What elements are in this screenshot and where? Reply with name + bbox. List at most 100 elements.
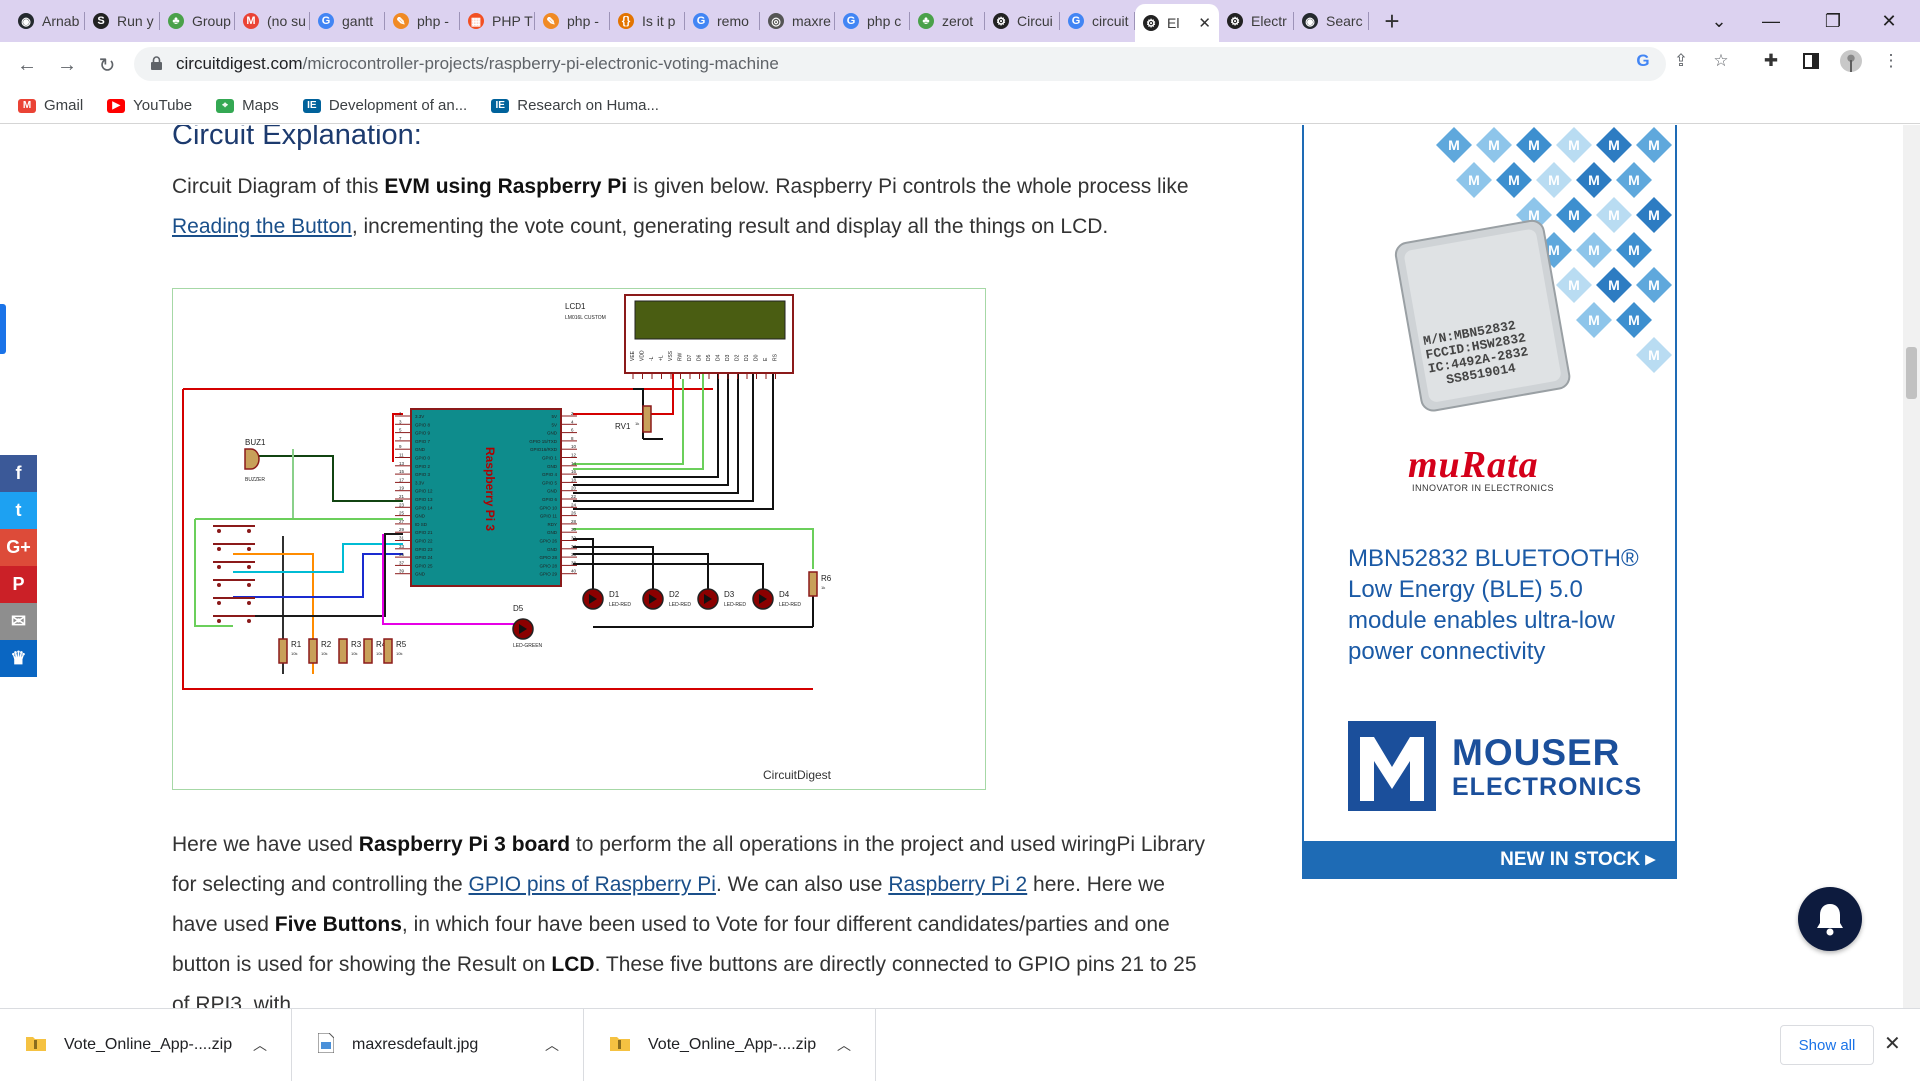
schematic-label: LED-RED bbox=[609, 602, 631, 608]
ad-m-glyph: M bbox=[1468, 172, 1480, 188]
schematic-label: 6 bbox=[571, 428, 574, 433]
bookmark-label: Research on Huma... bbox=[517, 97, 659, 114]
lcd-screen bbox=[634, 300, 786, 340]
url-path: /microcontroller-projects/raspberry-pi-e… bbox=[302, 54, 779, 73]
tab[interactable]: ◉ Searc bbox=[1294, 4, 1369, 38]
tab-title: Electr bbox=[1251, 13, 1287, 29]
tab[interactable]: ✎ php - bbox=[535, 4, 610, 38]
twitter-icon[interactable]: t bbox=[0, 492, 37, 529]
ieee-icon: IE bbox=[491, 98, 510, 113]
schematic-label: GPIO 28 bbox=[539, 555, 557, 560]
browser-toolbar: ← → ↻ circuitdigest.com/microcontroller-… bbox=[0, 42, 1920, 88]
forward-arrow-icon[interactable]: → bbox=[52, 50, 82, 80]
reload-icon[interactable]: ↻ bbox=[92, 50, 122, 80]
extensions-puzzle-icon[interactable]: ✚ bbox=[1760, 50, 1782, 72]
tab[interactable]: {} Is it p bbox=[610, 4, 685, 38]
new-in-stock-button[interactable]: NEW IN STOCK ▸ bbox=[1304, 841, 1675, 877]
tab-active[interactable]: ⚙ El ✕ bbox=[1135, 4, 1219, 42]
page-scrollbar[interactable] bbox=[1903, 125, 1920, 1008]
tab[interactable]: S Run y bbox=[85, 4, 160, 38]
show-all-downloads-button[interactable]: Show all bbox=[1780, 1025, 1874, 1065]
download-item[interactable]: maxresdefault.jpg ︿ bbox=[292, 1009, 584, 1081]
schematic-label: 15 bbox=[399, 469, 405, 474]
scrollbar-thumb[interactable] bbox=[1906, 347, 1917, 399]
wire bbox=[194, 519, 233, 627]
schematic-label: D2 bbox=[735, 354, 741, 361]
google-plus-icon[interactable]: G+ bbox=[0, 529, 37, 566]
schematic-label: D3 bbox=[724, 590, 735, 599]
crown-icon[interactable]: ♛ bbox=[0, 640, 37, 677]
schematic-label: 31 bbox=[399, 536, 405, 541]
google-lens-icon[interactable]: G bbox=[1632, 50, 1654, 72]
bookmark-star-icon[interactable]: ☆ bbox=[1710, 50, 1732, 72]
tab[interactable]: ♣ Group bbox=[160, 4, 235, 38]
tab[interactable]: Gcircuit bbox=[1060, 4, 1135, 38]
minimize-button[interactable]: — bbox=[1748, 0, 1794, 42]
kebab-menu-icon[interactable]: ⋮ bbox=[1880, 50, 1902, 72]
schematic-label: GND bbox=[415, 447, 426, 452]
bookmark-label: Maps bbox=[242, 97, 279, 114]
close-window-button[interactable]: ✕ bbox=[1866, 0, 1912, 42]
tab[interactable]: Gremo bbox=[685, 4, 760, 38]
tab[interactable]: M (no su bbox=[235, 4, 310, 38]
schematic-label: D2 bbox=[669, 590, 680, 599]
php-icon: ✎ bbox=[543, 13, 559, 29]
new-tab-button[interactable]: + bbox=[1375, 4, 1409, 38]
tab[interactable]: ⚙ Circui bbox=[985, 4, 1060, 38]
pinterest-icon[interactable]: P bbox=[0, 566, 37, 603]
bookmark-item[interactable]: IE Development of an... bbox=[302, 97, 467, 114]
schematic-label: GPIO16/RXD bbox=[530, 447, 558, 452]
schematic-label: -L bbox=[649, 356, 655, 361]
bookmark-item[interactable]: ▶ YouTube bbox=[107, 97, 192, 114]
schematic-label: 39 bbox=[399, 569, 405, 574]
mouser-advertisement[interactable]: MMMMMMMMMMMMMMMMMMMMMMMM M/N:MBN52832 FC… bbox=[1302, 125, 1677, 879]
notification-bell-button[interactable] bbox=[1798, 887, 1862, 951]
tab[interactable]: Gphp c bbox=[835, 4, 910, 38]
schematic-label: GPIO 22 bbox=[415, 539, 433, 544]
globe-icon: ◎ bbox=[768, 13, 784, 29]
profile-avatar[interactable] bbox=[1840, 50, 1862, 72]
link-gpio-pins[interactable]: GPIO pins of Raspberry Pi bbox=[469, 873, 716, 896]
resistor-symbol bbox=[278, 638, 288, 664]
tab[interactable]: ✎ php - bbox=[385, 4, 460, 38]
button-contact bbox=[247, 601, 251, 605]
schematic-label: 3 bbox=[399, 419, 402, 424]
close-download-bar-icon[interactable]: ✕ bbox=[1884, 1031, 1901, 1056]
schematic-label: VDD bbox=[640, 350, 646, 361]
chevron-up-icon[interactable]: ︿ bbox=[837, 1035, 851, 1055]
tab-title: (no su bbox=[267, 13, 306, 29]
link-reading-the-button[interactable]: Reading the Button bbox=[172, 215, 352, 238]
schematic-label: GPIO 3 bbox=[415, 472, 431, 477]
link-raspberry-pi-2[interactable]: Raspberry Pi 2 bbox=[888, 873, 1027, 896]
button-contact bbox=[247, 619, 251, 623]
tab[interactable]: ⚙ Electr bbox=[1219, 4, 1294, 38]
bookmark-item[interactable]: M Gmail bbox=[18, 97, 83, 114]
tab[interactable]: ▦ PHP T bbox=[460, 4, 535, 38]
restore-button[interactable]: ❐ bbox=[1810, 0, 1856, 42]
bookmark-item[interactable]: ⌖ Maps bbox=[216, 97, 279, 114]
chevron-up-icon[interactable]: ︿ bbox=[545, 1035, 559, 1055]
back-arrow-icon[interactable]: ← bbox=[12, 50, 42, 80]
schematic-label: GND bbox=[547, 431, 558, 436]
schematic-label: GPIO 1 bbox=[542, 456, 558, 461]
resistor-symbol bbox=[363, 638, 373, 664]
chevron-up-icon[interactable]: ︿ bbox=[253, 1035, 267, 1055]
schematic-label: LM016L CUSTOM bbox=[565, 315, 606, 321]
close-tab-icon[interactable]: ✕ bbox=[1198, 14, 1211, 32]
tab[interactable]: ◎ maxre bbox=[760, 4, 835, 38]
schematic-label: 16 bbox=[571, 469, 577, 474]
download-item[interactable]: Vote_Online_App-....zip ︿ bbox=[0, 1009, 292, 1081]
side-panel-icon[interactable] bbox=[1800, 50, 1822, 72]
bookmark-item[interactable]: IE Research on Huma... bbox=[491, 97, 659, 114]
address-bar[interactable]: circuitdigest.com/microcontroller-projec… bbox=[134, 47, 1666, 81]
share-icon[interactable]: ⇪ bbox=[1670, 50, 1692, 72]
download-item[interactable]: Vote_Online_App-....zip ︿ bbox=[584, 1009, 876, 1081]
facebook-icon[interactable]: f bbox=[0, 455, 37, 492]
tab[interactable]: ◉ Arnab bbox=[10, 4, 85, 38]
ad-m-glyph: M bbox=[1608, 207, 1620, 223]
schematic-label: 10 bbox=[571, 444, 577, 449]
tab[interactable]: ♣ zerot bbox=[910, 4, 985, 38]
tab-search-button[interactable]: ⌄ bbox=[1696, 0, 1742, 42]
tab[interactable]: Ggantt bbox=[310, 4, 385, 38]
email-icon[interactable]: ✉ bbox=[0, 603, 37, 640]
